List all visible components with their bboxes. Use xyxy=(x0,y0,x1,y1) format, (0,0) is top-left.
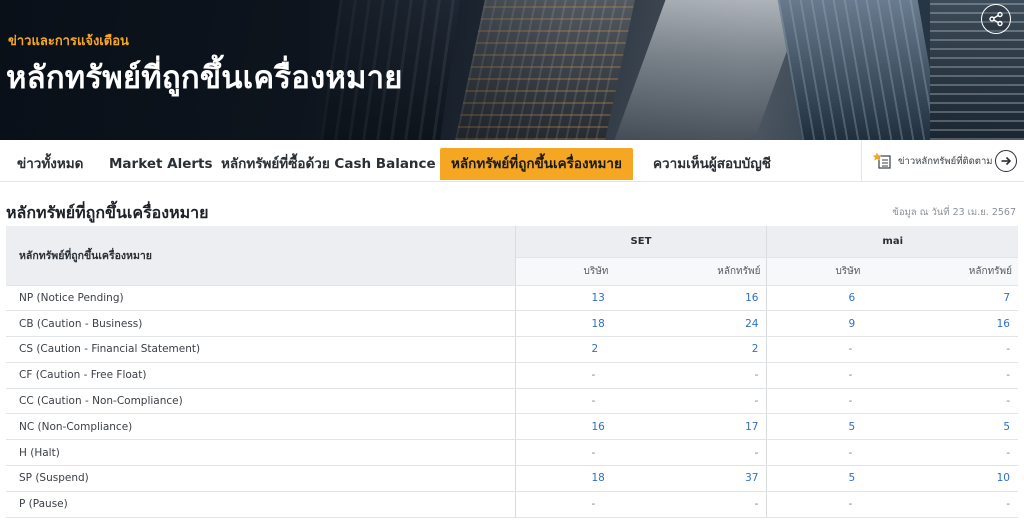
cell-mai-securities[interactable]: 7 xyxy=(931,285,1018,312)
row-label: H (Halt) xyxy=(6,439,516,467)
row-label: CB (Caution - Business) xyxy=(6,310,516,338)
hero-kicker: ข่าวและการแจ้งเตือน xyxy=(8,34,129,49)
sub-header-mai-securities: หลักทรัพย์ xyxy=(931,257,1018,286)
cell-mai-company[interactable]: 6 xyxy=(766,285,932,312)
cell-mai-securities: - xyxy=(931,439,1018,467)
cell-set-company[interactable]: 2 xyxy=(515,336,680,363)
arrow-right-circle-icon[interactable] xyxy=(995,150,1017,172)
share-button[interactable] xyxy=(981,4,1011,34)
table-row: CS (Caution - Financial Statement) 2 2- - xyxy=(6,336,1018,363)
row-label: CF (Caution - Free Float) xyxy=(6,362,516,389)
arrow-right-icon xyxy=(1001,156,1012,166)
cell-set-securities: - xyxy=(679,362,768,389)
row-header: หลักทรัพย์ที่ถูกขึ้นเครื่องหมาย xyxy=(6,226,516,286)
table-row: CF (Caution - Free Float) - - - - xyxy=(6,362,1018,389)
cell-set-company[interactable]: 13 xyxy=(515,285,680,312)
page-title: หลักทรัพย์ที่ถูกขึ้นเครื่องหมาย xyxy=(6,60,403,96)
star-list-icon xyxy=(872,152,891,169)
group-header-mai: mai xyxy=(766,226,1018,258)
cell-set-company: - xyxy=(515,439,680,467)
row-label: NP (Notice Pending) xyxy=(6,285,516,312)
section-header: หลักทรัพย์ที่ถูกขึ้นเครื่องหมาย ข้อมูล ณ… xyxy=(0,182,1024,226)
row-label: NC (Non-Compliance) xyxy=(6,413,516,441)
sub-header-set-securities: หลักทรัพย์ xyxy=(679,257,768,286)
table-row: NC (Non-Compliance) 16 17 5 5 xyxy=(6,413,1018,441)
followed-news-label: ข่าวหลักทรัพย์ที่ติดตาม xyxy=(898,155,993,167)
cell-set-securities: - xyxy=(679,491,768,518)
tab-auditor-opinion[interactable]: ความเห็นผู้สอบบัญชี xyxy=(653,148,771,180)
cell-set-company[interactable]: 18 xyxy=(515,465,680,492)
cell-set-company: - xyxy=(515,388,680,415)
cell-mai-company: - xyxy=(766,491,932,518)
row-label: P (Pause) xyxy=(6,491,516,518)
table-row: H (Halt) - - - - xyxy=(6,439,1018,467)
cell-set-company[interactable]: 18 xyxy=(515,310,680,338)
cell-mai-company: - xyxy=(766,336,932,363)
cell-set-company: - xyxy=(515,362,680,389)
sub-header-set-company: บริษัท xyxy=(515,257,680,286)
cell-mai-securities: - xyxy=(931,336,1018,363)
cell-set-securities[interactable]: 17 xyxy=(679,413,768,441)
marked-securities-table: หลักทรัพย์ที่ถูกขึ้นเครื่องหมาย SET mai … xyxy=(6,226,1018,518)
tab-market-alerts[interactable]: Market Alerts xyxy=(109,148,213,180)
cell-mai-securities[interactable]: 10 xyxy=(931,465,1018,492)
cell-set-company[interactable]: 16 xyxy=(515,413,680,441)
row-label: CC (Caution - Non-Compliance) xyxy=(6,388,516,415)
cell-set-securities[interactable]: 16 xyxy=(679,285,768,312)
sub-header-mai-company: บริษัท xyxy=(766,257,932,286)
tab-all-news[interactable]: ข่าวทั้งหมด xyxy=(17,148,83,180)
cell-set-company: - xyxy=(515,491,680,518)
tab-marked-securities[interactable]: หลักทรัพย์ที่ถูกขึ้นเครื่องหมาย xyxy=(440,148,633,180)
cell-set-securities[interactable]: 2 xyxy=(679,336,768,363)
hero-banner: ข่าวและการแจ้งเตือน หลักทรัพย์ที่ถูกขึ้น… xyxy=(0,0,1024,140)
table-row: NP (Notice Pending) 13 16 6 7 xyxy=(6,285,1018,312)
table-row: P (Pause) - - - - xyxy=(6,491,1018,518)
group-header-set: SET xyxy=(515,226,768,258)
table-row: SP (Suspend) 18 37 5 10 xyxy=(6,465,1018,492)
cell-mai-company[interactable]: 5 xyxy=(766,465,932,492)
cell-mai-securities: - xyxy=(931,388,1018,415)
share-icon xyxy=(989,11,1003,27)
cell-set-securities: - xyxy=(679,439,768,467)
cell-set-securities[interactable]: 37 xyxy=(679,465,768,492)
cell-mai-company: - xyxy=(766,439,932,467)
table-row: CB (Caution - Business) 18 24 9 16 xyxy=(6,310,1018,338)
cell-mai-securities[interactable]: 16 xyxy=(931,310,1018,338)
data-as-of: ข้อมูล ณ วันที่ 23 เม.ย. 2567 xyxy=(892,207,1016,218)
cell-mai-securities: - xyxy=(931,491,1018,518)
cell-mai-company: - xyxy=(766,362,932,389)
cell-mai-company[interactable]: 5 xyxy=(766,413,932,441)
row-label: CS (Caution - Financial Statement) xyxy=(6,336,516,363)
cell-mai-company: - xyxy=(766,388,932,415)
cell-mai-securities[interactable]: 5 xyxy=(931,413,1018,441)
cell-mai-securities: - xyxy=(931,362,1018,389)
tab-bar: ข่าวทั้งหมด Market Alerts หลักทรัพย์ที่ซ… xyxy=(0,140,1024,182)
cell-set-securities: - xyxy=(679,388,768,415)
table-row: CC (Caution - Non-Compliance) - - - - xyxy=(6,388,1018,415)
cell-set-securities[interactable]: 24 xyxy=(679,310,768,338)
followed-news-link[interactable]: ข่าวหลักทรัพย์ที่ติดตาม xyxy=(861,140,1024,182)
cell-mai-company[interactable]: 9 xyxy=(766,310,932,338)
section-title: หลักทรัพย์ที่ถูกขึ้นเครื่องหมาย xyxy=(6,203,209,222)
tab-cash-balance[interactable]: หลักทรัพย์ที่ซื้อด้วย Cash Balance xyxy=(221,148,436,180)
row-label: SP (Suspend) xyxy=(6,465,516,492)
